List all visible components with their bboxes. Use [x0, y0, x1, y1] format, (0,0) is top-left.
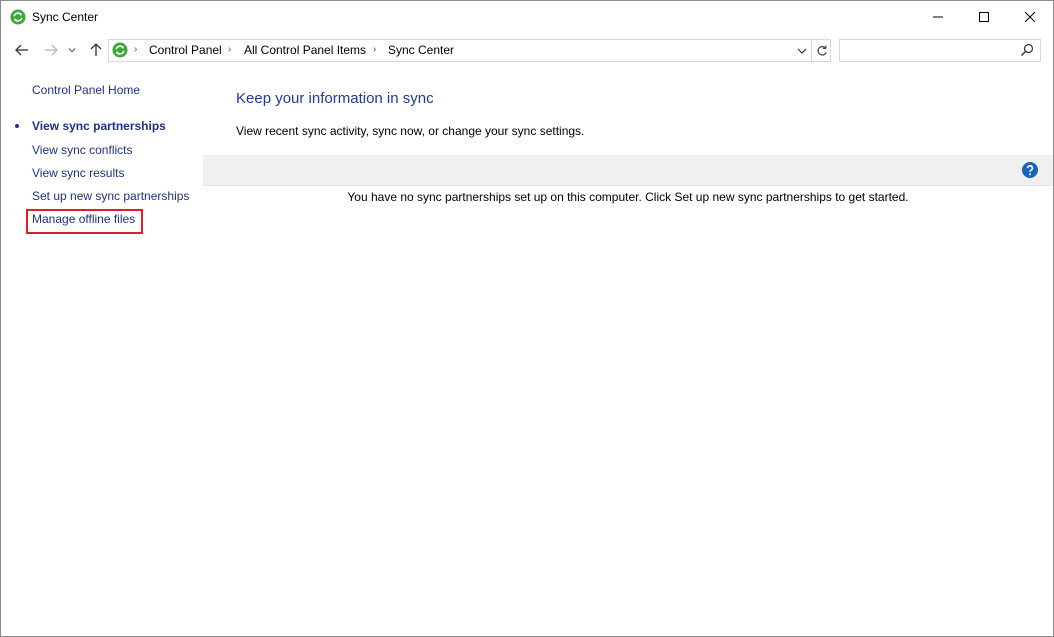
title-bar: Sync Center: [1, 1, 1053, 33]
minimize-button[interactable]: [915, 1, 961, 33]
navigation-bar: › Control Panel › All Control Panel Item…: [1, 35, 1053, 65]
breadcrumb-all-items[interactable]: All Control Panel Items: [244, 43, 366, 57]
sidebar-item-set-up-new-sync-partnerships[interactable]: Set up new sync partnerships: [32, 189, 189, 203]
sync-center-icon: [112, 42, 128, 58]
sidebar-item-view-sync-conflicts[interactable]: View sync conflicts: [32, 143, 132, 157]
refresh-button[interactable]: [811, 40, 831, 61]
sidebar-item-view-sync-partnerships[interactable]: View sync partnerships: [32, 119, 166, 133]
close-button[interactable]: [1007, 1, 1053, 33]
maximize-icon: [979, 12, 989, 22]
recent-locations-button[interactable]: [67, 42, 77, 58]
up-button[interactable]: [88, 42, 104, 58]
empty-state-message: You have no sync partnerships set up on …: [347, 190, 909, 204]
chevron-down-icon: [797, 48, 807, 54]
partnerships-header-bar: [203, 155, 1053, 186]
forward-arrow-icon: [45, 44, 58, 56]
maximize-button[interactable]: [961, 1, 1007, 33]
breadcrumb-control-panel[interactable]: Control Panel: [149, 43, 222, 57]
minimize-icon: [933, 16, 943, 18]
page-title: Keep your information in sync: [236, 90, 434, 107]
breadcrumb-separator[interactable]: ›: [373, 44, 376, 55]
search-box[interactable]: [839, 39, 1041, 62]
highlight-box: [26, 209, 143, 234]
sync-center-icon: [10, 9, 26, 25]
back-arrow-icon: [15, 44, 28, 56]
breadcrumb-separator[interactable]: ›: [134, 44, 137, 55]
close-icon: [1025, 12, 1035, 22]
forward-button[interactable]: [43, 42, 59, 58]
sync-center-window: Sync Center › Control Panel › All Contro…: [0, 0, 1054, 637]
breadcrumb-sync-center[interactable]: Sync Center: [388, 43, 454, 57]
chevron-down-icon: [68, 48, 76, 53]
breadcrumb-separator[interactable]: ›: [228, 44, 231, 55]
active-indicator: [15, 124, 19, 128]
address-bar[interactable]: › Control Panel › All Control Panel Item…: [108, 39, 831, 62]
window-title: Sync Center: [32, 10, 99, 24]
page-description: View recent sync activity, sync now, or …: [236, 124, 585, 138]
back-button[interactable]: [14, 42, 30, 58]
address-dropdown-button[interactable]: [795, 43, 809, 59]
sidebar: Control Panel Home View sync partnership…: [1, 65, 201, 635]
up-arrow-icon: [90, 43, 102, 56]
control-panel-home-link[interactable]: Control Panel Home: [32, 83, 140, 97]
refresh-icon: [817, 45, 827, 56]
help-icon[interactable]: [1022, 162, 1038, 178]
search-input[interactable]: [844, 42, 1018, 60]
search-icon[interactable]: [1020, 43, 1034, 57]
sidebar-item-view-sync-results[interactable]: View sync results: [32, 166, 124, 180]
